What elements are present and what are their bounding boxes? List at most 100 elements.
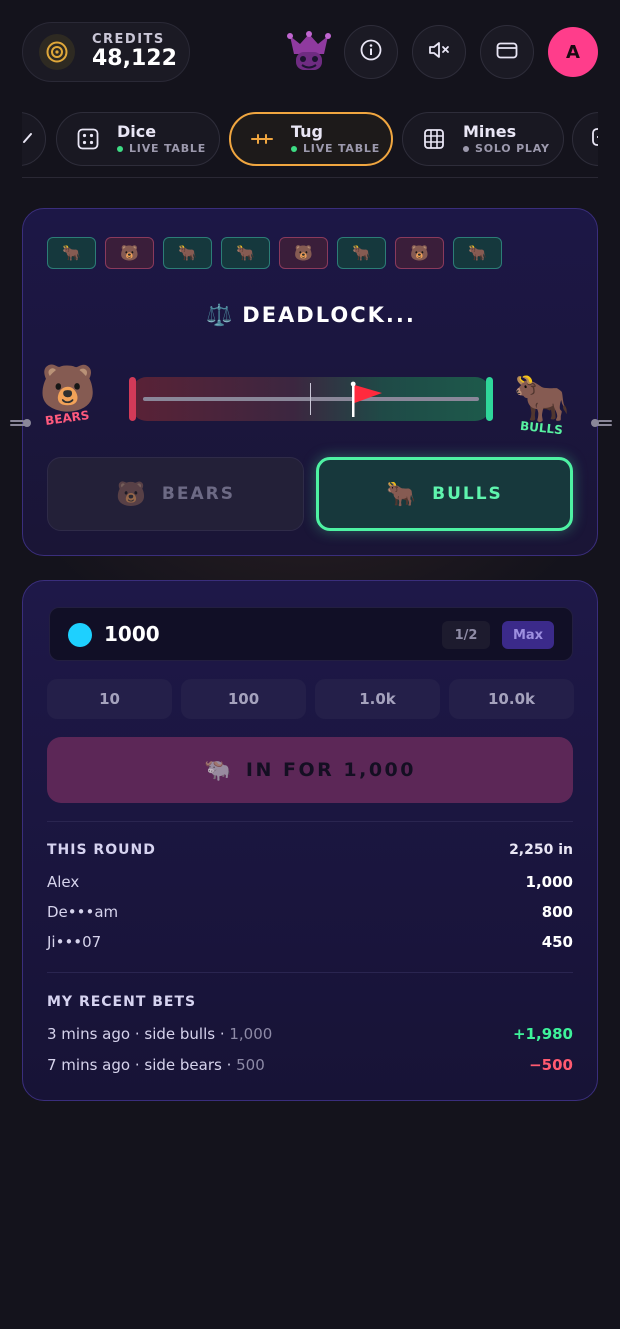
- tug-rope-meter: [129, 377, 493, 421]
- bull-icon: 🐂: [468, 244, 487, 262]
- recent-bet-result: +1,980: [512, 1025, 573, 1043]
- this-round-title: THIS ROUND: [47, 842, 156, 858]
- history-chip-bulls: 🐂: [163, 237, 212, 269]
- half-bet-button[interactable]: 1/2: [442, 621, 490, 649]
- history-chip-bulls: 🐂: [47, 237, 96, 269]
- tab-dice-status: LIVE TABLE: [117, 142, 206, 156]
- recent-bet-stake: 500: [236, 1056, 265, 1074]
- bear-icon: 🐻: [39, 361, 97, 415]
- game-icon: [591, 127, 598, 151]
- bulls-mascot: 🐂 BULLS: [513, 371, 571, 437]
- recent-bets-title: MY RECENT BETS: [47, 994, 197, 1010]
- tug-game-panel: 🐂 🐻 🐂 🐂 🐻 🐂 🐻 🐂 ⚖️ DEADLOCK... 🐻 BEARS 🐂 BULLS 🐻…: [10, 208, 612, 556]
- grid-icon: [421, 126, 447, 152]
- live-dot: [291, 146, 297, 152]
- bet-amount-value[interactable]: 1000: [104, 622, 160, 646]
- dice-icon: [75, 126, 101, 152]
- rope-center-mark: [310, 383, 311, 415]
- wallet-button[interactable]: [480, 25, 534, 79]
- top-bar: CREDITS 48,122 A: [22, 22, 598, 82]
- info-button[interactable]: [344, 25, 398, 79]
- bull-icon: 🐂: [386, 480, 419, 508]
- player-name: Alex: [47, 873, 80, 891]
- recent-bet-result: −500: [529, 1056, 573, 1074]
- bear-icon: 🐻: [294, 244, 313, 262]
- mute-icon: [427, 39, 451, 65]
- recent-bet-stake: 1,000: [229, 1025, 273, 1043]
- wallet-icon: [495, 39, 519, 65]
- player-amount: 800: [541, 903, 573, 921]
- player-amount: 1,000: [525, 873, 573, 891]
- tab-previous-game[interactable]: [22, 112, 46, 166]
- solo-dot: [463, 146, 469, 152]
- quick-amount-button[interactable]: 10.0k: [449, 679, 574, 719]
- recent-bet-desc: 3 mins ago · side bulls · 1,000: [47, 1025, 273, 1043]
- history-chip-bears: 🐻: [279, 237, 328, 269]
- history-chip-bears: 🐻: [395, 237, 444, 269]
- round-total: 2,250 in: [509, 842, 573, 858]
- round-history: 🐂 🐻 🐂 🐂 🐻 🐂 🐻 🐂: [47, 237, 502, 269]
- quick-amount-button[interactable]: 100: [181, 679, 306, 719]
- history-chip-bears: 🐻: [105, 237, 154, 269]
- tab-mines[interactable]: Mines SOLO PLAY: [402, 112, 564, 166]
- chevron-icon: [22, 130, 35, 149]
- tab-tug[interactable]: Tug LIVE TABLE: [229, 112, 393, 166]
- red-flag-icon: [350, 381, 384, 419]
- bull-icon: 🐂: [62, 244, 81, 262]
- tab-dice-name: Dice: [117, 122, 157, 141]
- bear-icon: 🐻: [410, 244, 429, 262]
- chip-icon: [68, 623, 92, 647]
- tabs-divider: [22, 177, 598, 178]
- wind-puff-icon: [589, 414, 613, 433]
- credits-value: 48,122: [92, 46, 177, 71]
- tab-next-game[interactable]: [572, 112, 598, 166]
- history-chip-bulls: 🐂: [453, 237, 502, 269]
- jester-mascot-icon: [284, 30, 334, 74]
- bull-icon: 🐂: [513, 371, 571, 425]
- player-name: Ji•••07: [47, 933, 102, 951]
- bet-amount-field[interactable]: 1000 1/2 Max: [49, 607, 573, 661]
- tab-tug-name: Tug: [291, 122, 323, 141]
- user-avatar[interactable]: A: [548, 27, 598, 77]
- divider: [47, 821, 573, 822]
- history-chip-bulls: 🐂: [337, 237, 386, 269]
- bear-icon: 🐻: [120, 244, 139, 262]
- bulls-rope-end: [486, 377, 493, 421]
- bull-icon: 🐂: [236, 244, 255, 262]
- player-name: De•••am: [47, 903, 119, 921]
- max-bet-button[interactable]: Max: [502, 621, 554, 649]
- credits-balance[interactable]: CREDITS 48,122: [22, 22, 190, 82]
- player-amount: 450: [541, 933, 573, 951]
- round-status: ⚖️ DEADLOCK...: [206, 303, 416, 327]
- quick-amount-button[interactable]: 10: [47, 679, 172, 719]
- rope: [143, 397, 479, 401]
- game-tabs: Dice LIVE TABLE Tug LIVE TABLE Mines SOL…: [22, 112, 598, 166]
- credits-label: CREDITS: [92, 32, 165, 47]
- tab-mines-status: SOLO PLAY: [463, 142, 550, 156]
- pick-bulls-button[interactable]: 🐂 BULLS: [316, 457, 573, 531]
- wind-puff-icon: [9, 414, 33, 433]
- tab-tug-status: LIVE TABLE: [291, 142, 380, 156]
- place-bet-button[interactable]: 🐃 IN FOR 1,000: [47, 737, 573, 803]
- quick-amounts: 10 100 1.0k 10.0k: [47, 679, 574, 719]
- bull-icon: 🐃: [204, 757, 234, 783]
- bull-icon: 🐂: [352, 244, 371, 262]
- rope-icon: [249, 126, 275, 152]
- history-chip-bulls: 🐂: [221, 237, 270, 269]
- recent-bet-desc: 7 mins ago · side bears · 500: [47, 1056, 265, 1074]
- target-coin-icon: [39, 34, 75, 70]
- bears-mascot: 🐻 BEARS: [39, 361, 97, 428]
- tab-mines-name: Mines: [463, 122, 517, 141]
- bears-rope-end: [129, 377, 136, 421]
- scales-icon: ⚖️: [206, 303, 235, 327]
- quick-amount-button[interactable]: 1.0k: [315, 679, 440, 719]
- info-icon: [360, 39, 382, 65]
- bet-panel: 1000 1/2 Max 10 100 1.0k 10.0k 🐃 IN FOR 1…: [22, 580, 598, 1101]
- pick-bears-button[interactable]: 🐻 BEARS: [47, 457, 304, 531]
- bear-icon: 🐻: [116, 480, 148, 508]
- live-dot: [117, 146, 123, 152]
- sound-toggle-button[interactable]: [412, 25, 466, 79]
- divider: [47, 972, 573, 973]
- tab-dice[interactable]: Dice LIVE TABLE: [56, 112, 220, 166]
- bull-icon: 🐂: [178, 244, 197, 262]
